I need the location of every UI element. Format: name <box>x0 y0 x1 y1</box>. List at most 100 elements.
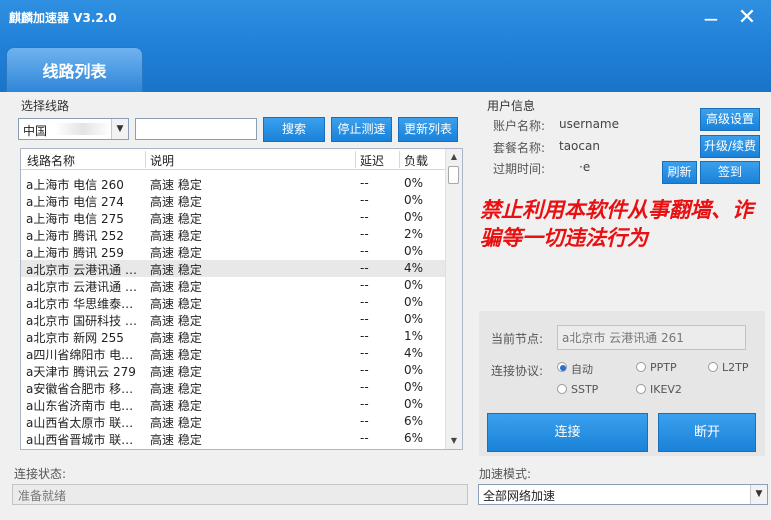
status-label: 连接状态: <box>14 467 67 481</box>
scroll-up-icon[interactable]: ▲ <box>446 149 462 165</box>
table-row[interactable]: a北京市 新网 255 高速 稳定 -- 1% <box>21 328 445 345</box>
package-label: 套餐名称: <box>493 141 546 155</box>
protocol-radio-sstp[interactable] <box>557 384 567 394</box>
cell-desc: 高速 稳定 <box>150 195 202 209</box>
table-row[interactable]: a山西省晋城市 联… 高速 稳定 -- 6% <box>21 430 445 447</box>
column-header-latency[interactable]: 延迟 <box>360 152 384 169</box>
legal-warning-text: 禁止利用本软件从事翻墙、诈骗等一切违法行为 <box>480 197 753 250</box>
protocol-label: 连接协议: <box>491 364 544 378</box>
scrollbar-thumb[interactable] <box>448 166 459 184</box>
cell-desc: 高速 稳定 <box>150 382 202 396</box>
table-row[interactable]: a上海市 腾讯 252 高速 稳定 -- 2% <box>21 226 445 243</box>
minimize-icon[interactable]: − <box>701 8 721 30</box>
cell-desc: 高速 稳定 <box>150 416 202 430</box>
cell-desc: 高速 稳定 <box>150 212 202 226</box>
cell-latency: -- <box>360 176 369 190</box>
column-header-load[interactable]: 负载 <box>404 152 428 169</box>
table-row[interactable]: a安徽省合肥市 移… 高速 稳定 -- 0% <box>21 379 445 396</box>
update-list-button[interactable]: 更新列表 <box>398 117 458 142</box>
table-row[interactable]: a上海市 电信 274 高速 稳定 -- 0% <box>21 192 445 209</box>
line-select-group-label: 选择线路 <box>21 99 70 113</box>
cell-desc: 高速 稳定 <box>150 297 202 311</box>
cell-load: 0% <box>404 312 424 326</box>
search-input[interactable] <box>135 118 257 140</box>
cell-name: a上海市 腾讯 259 <box>26 246 124 260</box>
table-row[interactable]: a山东省济南市 电… 高速 稳定 -- 0% <box>21 396 445 413</box>
account-label: 账户名称: <box>493 119 546 133</box>
scroll-down-icon[interactable]: ▼ <box>446 433 462 449</box>
disconnect-button[interactable]: 断开 <box>658 413 756 452</box>
cell-name: a上海市 腾讯 252 <box>26 229 124 243</box>
cell-latency: -- <box>360 295 369 309</box>
connect-button[interactable]: 连接 <box>487 413 648 452</box>
table-row[interactable]: a北京市 云港讯通 … 高速 稳定 -- 0% <box>21 277 445 294</box>
table-header: 线路名称 说明 延迟 负载 <box>21 149 445 170</box>
expire-label: 过期时间: <box>493 162 546 176</box>
upgrade-renew-button[interactable]: 升级/续费 <box>700 135 760 158</box>
column-header-desc[interactable]: 说明 <box>150 152 174 169</box>
tab-line-list[interactable]: 线路列表 <box>6 47 143 92</box>
protocol-label-l2tp: L2TP <box>722 361 749 374</box>
cell-desc: 高速 稳定 <box>150 178 202 192</box>
protocol-radio-l2tp[interactable] <box>708 362 718 372</box>
table-row[interactable]: a山西省太原市 联… 高速 稳定 -- 6% <box>21 413 445 430</box>
table-row[interactable]: a北京市 国研科技 … 高速 稳定 -- 0% <box>21 311 445 328</box>
cell-latency: -- <box>360 363 369 377</box>
protocol-radio-auto[interactable] <box>557 362 567 372</box>
chevron-down-icon[interactable]: ▼ <box>111 119 128 139</box>
cell-latency: -- <box>360 244 369 258</box>
cell-load: 4% <box>404 261 424 275</box>
cell-load: 0% <box>404 278 424 292</box>
protocol-label-ikev2: IKEV2 <box>650 383 682 396</box>
vertical-scrollbar[interactable]: ▲ ▼ <box>445 149 462 449</box>
cell-latency: -- <box>360 397 369 411</box>
cell-name: a上海市 电信 260 <box>26 178 124 192</box>
acceleration-mode-value: 全部网络加速 <box>483 489 556 503</box>
table-row[interactable]: a上海市 电信 275 高速 稳定 -- 0% <box>21 209 445 226</box>
cell-desc: 高速 稳定 <box>150 280 202 294</box>
mode-label: 加速模式: <box>479 467 532 481</box>
column-header-name[interactable]: 线路名称 <box>27 152 75 169</box>
cell-name: a北京市 华思维泰… <box>26 297 134 311</box>
cell-desc: 高速 稳定 <box>150 246 202 260</box>
cell-load: 4% <box>404 346 424 360</box>
cell-latency: -- <box>360 227 369 241</box>
chevron-down-icon[interactable]: ▼ <box>750 485 767 504</box>
table-row[interactable]: a上海市 电信 260 高速 稳定 -- 0% <box>21 175 445 192</box>
table-row[interactable]: a四川省绵阳市 电… 高速 稳定 -- 4% <box>21 345 445 362</box>
stop-speed-test-button[interactable]: 停止测速 <box>331 117 392 142</box>
close-icon[interactable]: ✕ <box>736 7 758 29</box>
region-select[interactable]: 中国 ▼ <box>18 118 129 140</box>
cell-name: a上海市 电信 274 <box>26 195 124 209</box>
current-node-label: 当前节点: <box>491 332 544 346</box>
region-select-blur <box>55 123 111 135</box>
table-row[interactable]: a北京市 云港讯通 … 高速 稳定 -- 4% <box>21 260 445 277</box>
region-select-value: 中国 <box>23 124 48 138</box>
column-divider <box>399 151 400 168</box>
cell-desc: 高速 稳定 <box>150 348 202 362</box>
line-list-table[interactable]: 线路名称 说明 延迟 负载 a上海市 电信 260 高速 稳定 -- 0% a上海市 电… <box>20 148 463 450</box>
cell-latency: -- <box>360 261 369 275</box>
cell-latency: -- <box>360 278 369 292</box>
protocol-label-pptp: PPTP <box>650 361 677 374</box>
cell-load: 0% <box>404 176 424 190</box>
column-divider <box>145 151 146 168</box>
protocol-radio-pptp[interactable] <box>636 362 646 372</box>
cell-name: a上海市 电信 275 <box>26 212 124 226</box>
cell-name: a山西省太原市 联… <box>26 416 134 430</box>
table-row[interactable]: a天津市 腾讯云 279 高速 稳定 -- 0% <box>21 362 445 379</box>
advanced-settings-button[interactable]: 高级设置 <box>700 108 760 131</box>
sign-in-button[interactable]: 签到 <box>700 161 760 184</box>
protocol-radio-ikev2[interactable] <box>636 384 646 394</box>
cell-latency: -- <box>360 380 369 394</box>
acceleration-mode-select[interactable]: 全部网络加速 ▼ <box>478 484 768 505</box>
search-button[interactable]: 搜索 <box>263 117 325 142</box>
cell-name: a北京市 云港讯通 … <box>26 280 137 294</box>
cell-latency: -- <box>360 193 369 207</box>
cell-desc: 高速 稳定 <box>150 365 202 379</box>
table-row[interactable]: a北京市 华思维泰… 高速 稳定 -- 0% <box>21 294 445 311</box>
protocol-label-auto: 自动 <box>571 363 593 376</box>
refresh-button[interactable]: 刷新 <box>662 161 697 184</box>
protocol-label-sstp: SSTP <box>571 383 599 396</box>
table-row[interactable]: a上海市 腾讯 259 高速 稳定 -- 0% <box>21 243 445 260</box>
